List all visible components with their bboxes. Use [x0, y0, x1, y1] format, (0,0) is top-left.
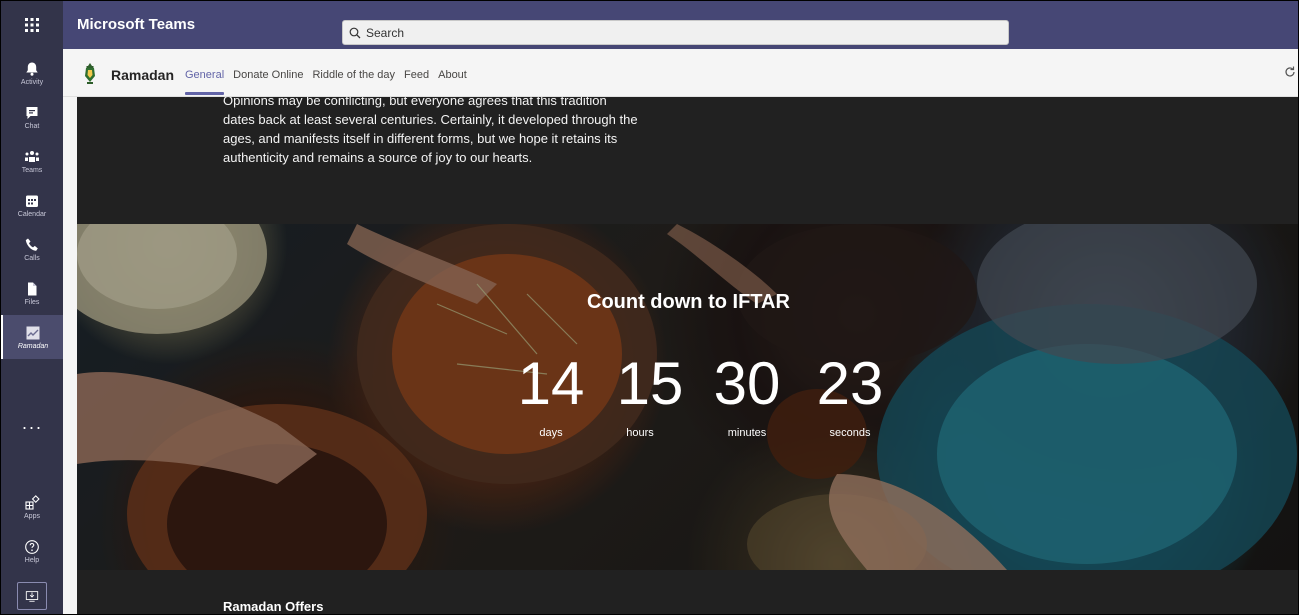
iftar-hero-image: Count down to IFTAR 14 days 15 hours 30 … — [77, 224, 1298, 570]
countdown-hours-label: hours — [626, 427, 654, 439]
countdown-days-label: days — [539, 427, 563, 439]
channel-tab-header: Ramadan General Donate Online Riddle of … — [63, 49, 1298, 97]
rail-item-teams[interactable]: Teams — [1, 139, 63, 183]
intro-line: Opinions may be conflicting, but everyon… — [223, 97, 607, 108]
left-rail: Activity Chat Teams Calendar Calls Files… — [1, 49, 63, 614]
download-mobile-button[interactable] — [17, 582, 47, 610]
rail-label: Chat — [24, 122, 40, 130]
teams-window: Microsoft Teams Search Activity Chat Tea… — [0, 0, 1299, 615]
channel-app-name: Ramadan — [111, 67, 175, 83]
file-icon — [28, 282, 37, 295]
lantern-logo-icon — [85, 63, 95, 84]
rail-item-chat[interactable]: Chat — [1, 95, 63, 139]
waffle-icon — [25, 18, 39, 32]
search-icon — [349, 27, 361, 38]
rail-label: Apps — [24, 512, 40, 520]
intro-line: ages, and manifests itself in different … — [223, 131, 618, 146]
chat-icon — [26, 106, 38, 119]
more-apps-button[interactable]: ··· — [1, 417, 63, 438]
rail-label: Calls — [24, 254, 40, 262]
top-bar: Microsoft Teams Search — [1, 1, 1298, 49]
search-placeholder: Search — [366, 25, 405, 40]
rail-item-calendar[interactable]: Calendar — [1, 183, 63, 227]
tab-general[interactable]: General — [185, 69, 225, 95]
intro-line: authenticity and remains a source of joy… — [223, 150, 533, 165]
app-launcher-button[interactable] — [1, 1, 63, 49]
countdown-days-value: 14 — [517, 350, 585, 417]
countdown-minutes-value: 30 — [713, 350, 781, 417]
teams-icon — [25, 150, 39, 162]
rail-item-activity[interactable]: Activity — [1, 51, 63, 95]
intro-paragraph: Opinions may be conflicting, but everyon… — [223, 97, 683, 177]
apps-icon — [25, 494, 40, 510]
tab-list: General Donate Online Riddle of the day … — [185, 69, 467, 95]
tab-donate-online[interactable]: Donate Online — [233, 69, 303, 95]
rail-label: Teams — [21, 166, 43, 174]
countdown-seconds-label: seconds — [829, 427, 871, 439]
rail-item-ramadan[interactable]: Ramadan — [1, 315, 63, 359]
intro-line: dates back at least several centuries. C… — [223, 112, 638, 127]
tab-about[interactable]: About — [438, 69, 467, 95]
countdown-hours-value: 15 — [616, 350, 684, 417]
tab-riddle-of-the-day[interactable]: Riddle of the day — [312, 69, 395, 95]
rail-label: Activity — [20, 78, 44, 86]
calendar-icon — [26, 195, 38, 207]
countdown-title: Count down to IFTAR — [587, 291, 790, 313]
rail-item-calls[interactable]: Calls — [1, 227, 63, 271]
search-input[interactable]: Search — [342, 20, 1009, 45]
countdown-seconds-value: 23 — [816, 350, 884, 417]
rail-label: Help — [24, 556, 40, 564]
download-icon — [25, 591, 39, 602]
rail-item-apps[interactable]: Apps — [1, 485, 63, 529]
ramadan-offers-heading: Ramadan Offers — [223, 599, 324, 614]
ramadan-page: Opinions may be conflicting, but everyon… — [77, 97, 1298, 614]
ramadan-app-icon — [26, 326, 40, 339]
tab-feed[interactable]: Feed — [404, 69, 429, 95]
countdown-minutes-label: minutes — [727, 427, 767, 439]
app-title: Microsoft Teams — [77, 16, 196, 33]
help-icon — [25, 539, 39, 554]
refresh-icon[interactable] — [1284, 65, 1296, 79]
rail-label: Ramadan — [17, 342, 49, 350]
tab-content: Opinions may be conflicting, but everyon… — [63, 97, 1298, 614]
phone-icon — [25, 238, 38, 251]
rail-item-files[interactable]: Files — [1, 271, 63, 315]
rail-item-help[interactable]: Help — [1, 529, 63, 573]
rail-label: Files — [24, 298, 40, 306]
bell-icon — [26, 62, 38, 76]
rail-label: Calendar — [17, 210, 47, 218]
